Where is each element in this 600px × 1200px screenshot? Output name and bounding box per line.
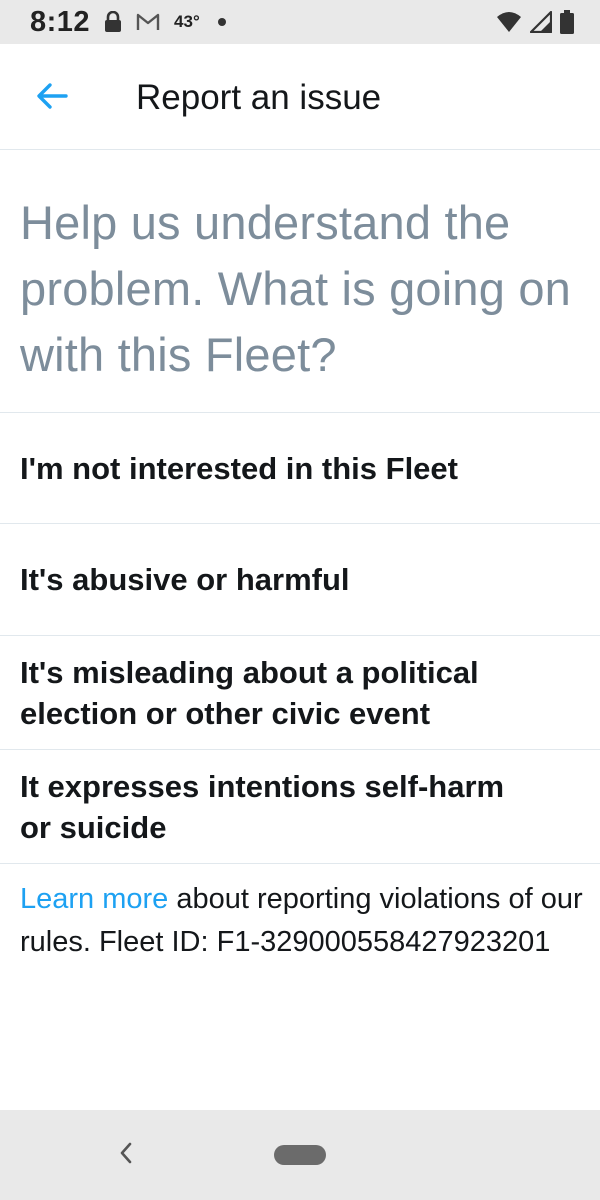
status-time: 8:12 bbox=[30, 5, 91, 38]
wifi-icon bbox=[496, 11, 522, 33]
status-temperature: 43° bbox=[174, 12, 200, 31]
arrow-left-icon bbox=[36, 82, 68, 115]
footer-note: Learn more about reporting violations of… bbox=[20, 878, 590, 964]
notification-dot-icon bbox=[217, 18, 226, 26]
page-title: Report an issue bbox=[136, 78, 382, 117]
status-right bbox=[496, 10, 574, 34]
lock-icon bbox=[104, 11, 122, 33]
prompt-question: Help us understand the problem. What is … bbox=[20, 196, 572, 381]
status-left: 8:12 43° bbox=[30, 6, 226, 39]
home-pill-icon[interactable] bbox=[274, 1145, 326, 1165]
signal-icon bbox=[530, 11, 552, 33]
nav-back-icon bbox=[118, 1141, 134, 1170]
status-bar: 8:12 43° bbox=[0, 0, 600, 44]
option-abusive-or-harmful[interactable]: It's abusive or harmful bbox=[0, 524, 600, 636]
app-bar: Report an issue bbox=[0, 44, 600, 150]
learn-more-link[interactable]: Learn more bbox=[20, 883, 168, 915]
option-label: It expresses intentions self-harm or sui… bbox=[20, 768, 505, 845]
option-not-interested[interactable]: I'm not interested in this Fleet bbox=[0, 413, 600, 524]
nav-back-button[interactable] bbox=[112, 1140, 140, 1170]
option-label: It's abusive or harmful bbox=[20, 562, 350, 597]
system-nav-bar bbox=[0, 1110, 600, 1200]
back-button[interactable] bbox=[30, 78, 74, 118]
option-label: It's misleading about a political electi… bbox=[20, 654, 479, 731]
option-label: I'm not interested in this Fleet bbox=[20, 450, 458, 486]
gmail-icon bbox=[136, 13, 160, 31]
battery-icon bbox=[560, 10, 574, 34]
prompt-section: Help us understand the problem. What is … bbox=[0, 150, 600, 413]
option-misleading-election[interactable]: It's misleading about a political electi… bbox=[0, 636, 600, 750]
option-self-harm[interactable]: It expresses intentions self-harm or sui… bbox=[0, 750, 600, 864]
